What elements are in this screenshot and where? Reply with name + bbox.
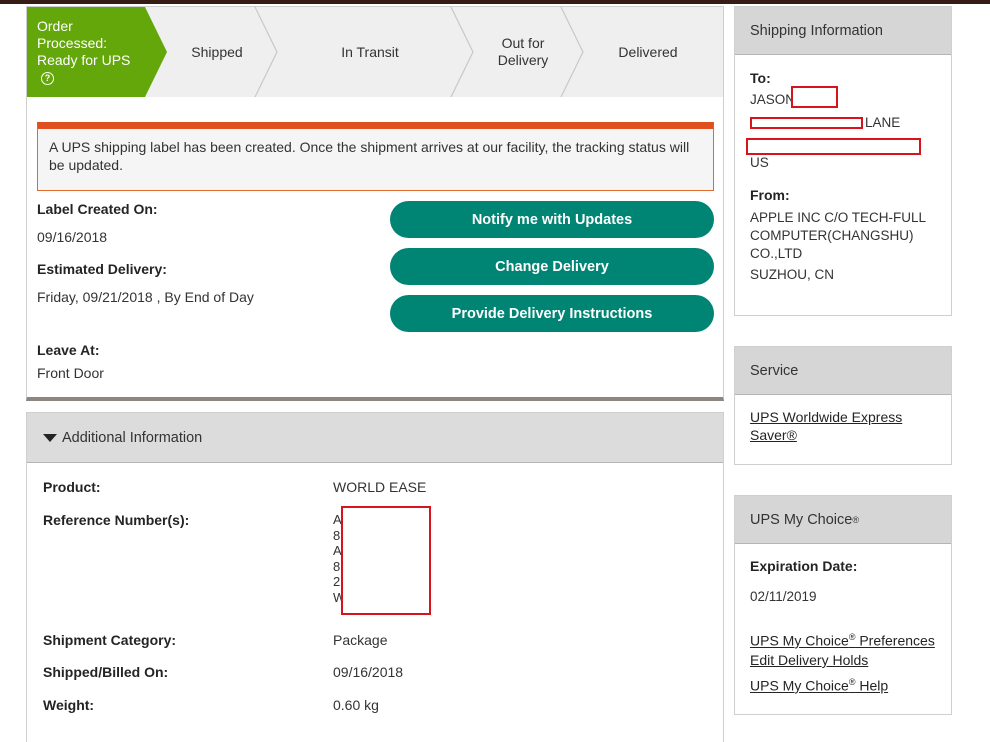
- label-created-value: 09/16/2018: [37, 229, 108, 245]
- delivery-instructions-button[interactable]: Provide Delivery Instructions: [390, 295, 714, 332]
- progress-step-delivered: Delivered: [618, 43, 678, 60]
- weight-value: 0.60 kg: [333, 697, 379, 713]
- ship-from-line1: APPLE INC C/O TECH-FULL: [750, 210, 927, 225]
- shipping-information-panel: Shipping Information To: JASON LANE US F…: [734, 6, 952, 316]
- leave-at-label: Leave At:: [37, 342, 100, 358]
- expiration-date-label: Expiration Date:: [750, 558, 858, 574]
- service-link[interactable]: UPS Worldwide Express Saver®: [750, 408, 902, 444]
- progress-step-label: Ready for UPS: [37, 52, 131, 68]
- my-choice-header: UPS My Choice ®: [735, 496, 951, 544]
- label-created-alert: A UPS shipping label has been created. O…: [37, 122, 714, 191]
- service-panel: Service UPS Worldwide Express Saver®: [734, 346, 952, 465]
- shipped-billed-label: Shipped/Billed On:: [43, 664, 169, 680]
- shipment-category-value: Package: [333, 632, 388, 648]
- edit-delivery-holds-link[interactable]: Edit Delivery Holds: [750, 651, 868, 669]
- estimated-delivery-label: Estimated Delivery:: [37, 261, 167, 277]
- leave-at-value: Front Door: [37, 365, 104, 381]
- ship-from-line2: COMPUTER(CHANGSHU): [750, 228, 914, 243]
- weight-label: Weight:: [43, 697, 95, 713]
- ship-to-name: JASON: [750, 92, 796, 107]
- my-choice-help-link[interactable]: UPS My Choice® Help: [750, 673, 888, 695]
- top-brand-rule: [0, 0, 990, 4]
- shipping-information-body: To: JASON LANE US From: APPLE INC C/O TE…: [735, 55, 951, 315]
- shipped-billed-value: 09/16/2018: [333, 664, 404, 680]
- redaction-box: [791, 86, 838, 108]
- shipment-category-label: Shipment Category:: [43, 632, 177, 648]
- ship-to-street: LANE: [865, 115, 901, 130]
- alert-message: A UPS shipping label has been created. O…: [49, 139, 690, 173]
- estimated-delivery-value: Friday, 09/21/2018 , By End of Day: [37, 289, 254, 305]
- reference-number-label: Reference Number(s):: [43, 512, 190, 528]
- caret-down-icon: [43, 433, 57, 442]
- progress-step-order-processed: Order Processed: Ready for UPS ?: [27, 7, 145, 97]
- progress-step-label: Order Processed:: [37, 18, 108, 51]
- redaction-box: [746, 138, 921, 155]
- ship-from-city: SUZHOU, CN: [750, 267, 834, 282]
- ship-to-label: To:: [750, 70, 771, 86]
- redaction-box: [750, 117, 863, 129]
- my-choice-preferences-link[interactable]: UPS My Choice® Preferences: [750, 628, 935, 650]
- additional-information-toggle[interactable]: Additional Information: [27, 413, 723, 463]
- label-created-label: Label Created On:: [37, 201, 158, 217]
- redaction-box: [341, 506, 431, 615]
- product-value: WORLD EASE: [333, 479, 427, 495]
- shipping-information-header: Shipping Information: [735, 7, 951, 55]
- progress-tracker: Order Processed: Ready for UPS ? Shipped…: [27, 7, 723, 97]
- my-choice-body: Expiration Date: 02/11/2019 UPS My Choic…: [735, 544, 951, 714]
- tracking-status-card: Order Processed: Ready for UPS ? Shipped…: [26, 6, 724, 401]
- service-body: UPS Worldwide Express Saver®: [735, 395, 951, 464]
- additional-information-title: Additional Information: [62, 429, 203, 446]
- progress-step-in-transit: In Transit: [341, 43, 399, 60]
- help-circle-icon[interactable]: ?: [41, 71, 54, 85]
- ship-from-label: From:: [750, 187, 790, 203]
- my-choice-panel: UPS My Choice ® Expiration Date: 02/11/20…: [734, 495, 952, 715]
- ship-to-country: US: [750, 155, 769, 170]
- change-delivery-button[interactable]: Change Delivery: [390, 248, 714, 285]
- ship-from-line3: CO.,LTD: [750, 246, 803, 261]
- service-header: Service: [735, 347, 951, 395]
- notify-updates-button[interactable]: Notify me with Updates: [390, 201, 714, 238]
- expiration-date-value: 02/11/2019: [750, 589, 817, 604]
- product-label: Product:: [43, 479, 101, 495]
- additional-information-panel: Additional Information Product: WORLD EA…: [26, 412, 724, 742]
- progress-step-shipped: Shipped: [191, 43, 243, 60]
- progress-step-out-for-delivery: Out for Delivery: [497, 35, 549, 68]
